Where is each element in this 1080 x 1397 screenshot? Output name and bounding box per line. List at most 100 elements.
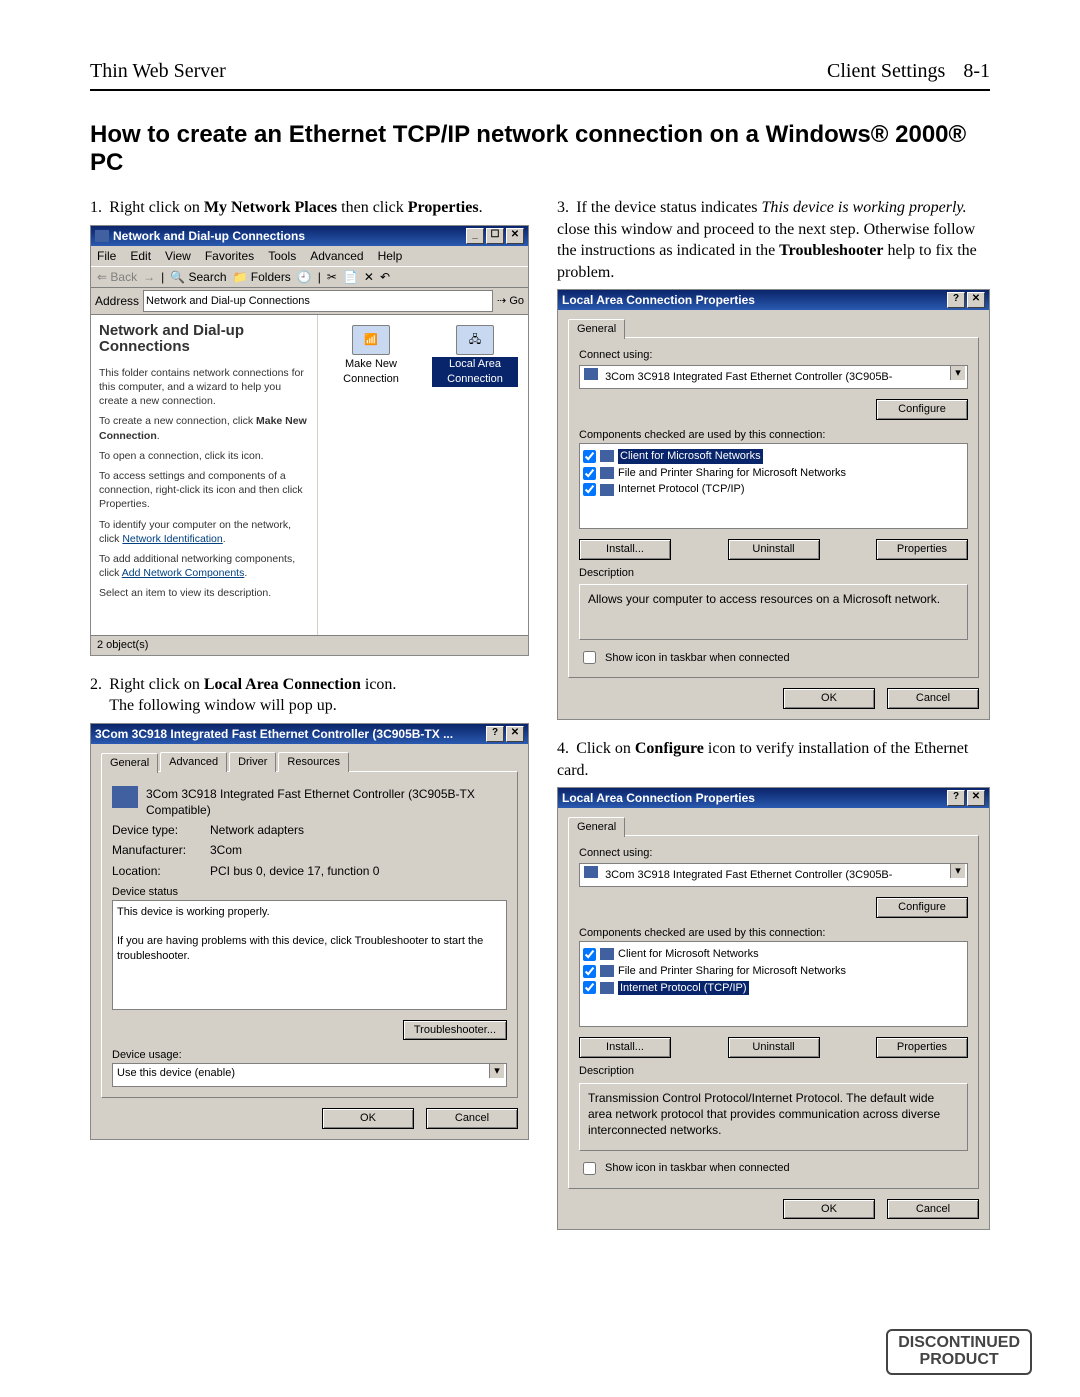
properties-button[interactable]: Properties: [876, 539, 968, 560]
go-button[interactable]: ⇢ Go: [497, 294, 524, 309]
step-4: 4.Click on Configure icon to verify inst…: [557, 738, 990, 781]
step-2: 2.Right click on Local Area Connection i…: [90, 674, 529, 717]
undo-icon[interactable]: ↶: [380, 269, 390, 285]
step-3: 3.If the device status indicates This de…: [557, 197, 990, 283]
window-title: Network and Dial-up Connections: [113, 228, 466, 244]
step-1: 1.Right click on My Network Places then …: [90, 197, 529, 219]
configure-button[interactable]: Configure: [876, 399, 968, 420]
local-area-connection-icon[interactable]: 🖧 Local Area Connection: [432, 325, 518, 387]
list-item: Client for Microsoft Networks: [583, 947, 964, 962]
share-icon: [600, 965, 614, 977]
statusbar: 2 object(s): [91, 635, 528, 655]
device-usage-select[interactable]: Use this device (enable): [112, 1063, 507, 1087]
troubleshooter-button[interactable]: Troubleshooter...: [403, 1020, 507, 1041]
close-icon[interactable]: ✕: [506, 726, 524, 742]
adapter-display: 3Com 3C918 Integrated Fast Ethernet Cont…: [579, 365, 968, 389]
adapter-icon: [112, 786, 138, 808]
tab-general[interactable]: General: [568, 319, 625, 339]
history-button[interactable]: 🕘: [297, 269, 312, 285]
tab-general[interactable]: General: [568, 817, 625, 837]
adapter-icon: [584, 866, 598, 878]
menu-help[interactable]: Help: [378, 248, 403, 264]
tab-general[interactable]: General: [101, 753, 158, 773]
menu-advanced[interactable]: Advanced: [310, 248, 363, 264]
make-new-connection-icon[interactable]: 📶 Make New Connection: [328, 325, 414, 387]
add-network-components-link[interactable]: Add Network Components: [122, 567, 245, 579]
address-label: Address: [95, 293, 139, 309]
properties-button[interactable]: Properties: [876, 1037, 968, 1058]
minimize-icon[interactable]: _: [466, 228, 484, 244]
cancel-button[interactable]: Cancel: [887, 688, 979, 709]
ok-button[interactable]: OK: [783, 1199, 875, 1220]
device-status-box: This device is working properly. If you …: [112, 900, 507, 1010]
help-icon[interactable]: ?: [947, 292, 965, 308]
tab-advanced[interactable]: Advanced: [160, 752, 227, 772]
configure-button[interactable]: Configure: [876, 897, 968, 918]
menu-edit[interactable]: Edit: [130, 248, 151, 264]
protocol-icon: [600, 982, 614, 994]
protocol-icon: [600, 484, 614, 496]
help-icon[interactable]: ?: [947, 790, 965, 806]
ok-button[interactable]: OK: [322, 1108, 414, 1129]
window-title: 3Com 3C918 Integrated Fast Ethernet Cont…: [95, 726, 486, 742]
tab-driver[interactable]: Driver: [229, 752, 276, 772]
device-properties-window: 3Com 3C918 Integrated Fast Ethernet Cont…: [90, 723, 529, 1140]
description-box: Allows your computer to access resources…: [579, 584, 968, 640]
list-item: File and Printer Sharing for Microsoft N…: [583, 964, 964, 979]
search-button[interactable]: 🔍 Search: [170, 269, 226, 285]
close-icon[interactable]: ✕: [967, 292, 985, 308]
list-item: Internet Protocol (TCP/IP): [583, 482, 964, 497]
show-icon-checkbox[interactable]: [583, 1162, 596, 1175]
page-title: How to create an Ethernet TCP/IP network…: [90, 121, 990, 177]
close-icon[interactable]: ✕: [967, 790, 985, 806]
folders-button[interactable]: 📁 Folders: [233, 269, 291, 285]
page-header: Thin Web Server Client Settings 8-1: [90, 60, 990, 91]
components-listbox[interactable]: Client for Microsoft Networks File and P…: [579, 941, 968, 1027]
cancel-button[interactable]: Cancel: [426, 1108, 518, 1129]
address-input[interactable]: [143, 290, 493, 312]
header-section: Client Settings: [827, 60, 945, 83]
uninstall-button[interactable]: Uninstall: [728, 1037, 820, 1058]
help-icon[interactable]: ?: [486, 726, 504, 742]
menu-file[interactable]: File: [97, 248, 116, 264]
adapter-icon: [584, 368, 598, 380]
show-icon-checkbox[interactable]: [583, 651, 596, 664]
share-icon: [600, 467, 614, 479]
fwd-button[interactable]: →: [143, 269, 155, 285]
adapter-display: 3Com 3C918 Integrated Fast Ethernet Cont…: [579, 863, 968, 887]
copy-icon[interactable]: 📄: [343, 269, 358, 285]
client-icon: [600, 948, 614, 960]
install-button[interactable]: Install...: [579, 1037, 671, 1058]
window-icon: [95, 230, 109, 242]
explorer-left-pane: Network and Dial-up Connections This fol…: [91, 315, 318, 635]
window-title: Local Area Connection Properties: [562, 292, 947, 308]
list-item: Client for Microsoft Networks: [583, 449, 964, 464]
cancel-button[interactable]: Cancel: [887, 1199, 979, 1220]
network-connections-window: Network and Dial-up Connections _ ☐ ✕ Fi…: [90, 225, 529, 656]
back-button[interactable]: ⇐ Back: [97, 269, 137, 285]
description-box: Transmission Control Protocol/Internet P…: [579, 1083, 968, 1151]
window-title: Local Area Connection Properties: [562, 790, 947, 806]
tab-resources[interactable]: Resources: [278, 752, 349, 772]
menu-tools[interactable]: Tools: [268, 248, 296, 264]
list-item: Internet Protocol (TCP/IP): [583, 981, 964, 996]
menubar: File Edit View Favorites Tools Advanced …: [91, 246, 528, 266]
network-identification-link[interactable]: Network Identification: [122, 533, 222, 545]
lac-properties-window-2: Local Area Connection Properties ? ✕ Gen…: [557, 787, 990, 1230]
menu-favorites[interactable]: Favorites: [205, 248, 254, 264]
discontinued-stamp: DISCONTINUED PRODUCT: [886, 1329, 1032, 1375]
delete-icon[interactable]: ✕: [364, 269, 374, 285]
uninstall-button[interactable]: Uninstall: [728, 539, 820, 560]
header-page-number: 8-1: [963, 60, 990, 83]
device-name: 3Com 3C918 Integrated Fast Ethernet Cont…: [146, 786, 507, 818]
cut-icon[interactable]: ✂: [327, 269, 337, 285]
maximize-icon[interactable]: ☐: [486, 228, 504, 244]
lac-properties-window-1: Local Area Connection Properties ? ✕ Gen…: [557, 289, 990, 720]
menu-view[interactable]: View: [165, 248, 191, 264]
install-button[interactable]: Install...: [579, 539, 671, 560]
ok-button[interactable]: OK: [783, 688, 875, 709]
list-item: File and Printer Sharing for Microsoft N…: [583, 466, 964, 481]
header-left: Thin Web Server: [90, 60, 226, 83]
close-icon[interactable]: ✕: [506, 228, 524, 244]
components-listbox[interactable]: Client for Microsoft Networks File and P…: [579, 443, 968, 529]
